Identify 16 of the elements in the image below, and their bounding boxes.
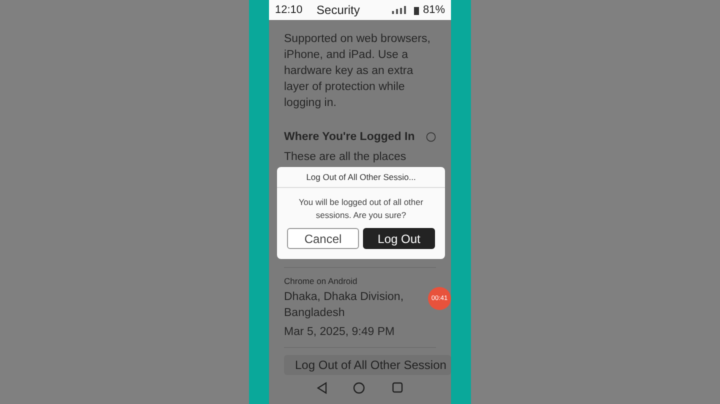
- intro-text: Supported on web browsers, iPhone, and iPad. Use a hardware key as an extra layer of protection while logging in.: [284, 32, 432, 111]
- confirm-button[interactable]: Log Out: [363, 228, 435, 249]
- battery-icon: [414, 6, 419, 14]
- home-icon[interactable]: [353, 382, 366, 394]
- dialog-message: You will be logged out of all other sessions. Are you sure?: [298, 196, 424, 222]
- dialog-title: Log Out of All Other Sessio...: [277, 167, 445, 188]
- cancel-button[interactable]: Cancel: [287, 228, 359, 249]
- session-device: Chrome on Android: [284, 276, 358, 286]
- page-title: Security: [316, 3, 361, 17]
- back-icon[interactable]: [317, 382, 328, 394]
- session-date: Mar 5, 2025, 9:49 PM: [284, 325, 396, 340]
- section-description: These are all the places: [284, 150, 408, 165]
- recents-icon[interactable]: [392, 382, 403, 393]
- battery-level: 81%: [422, 4, 445, 16]
- section-title: Where You're Logged In: [284, 131, 415, 143]
- clock-time: 12:10: [275, 4, 303, 16]
